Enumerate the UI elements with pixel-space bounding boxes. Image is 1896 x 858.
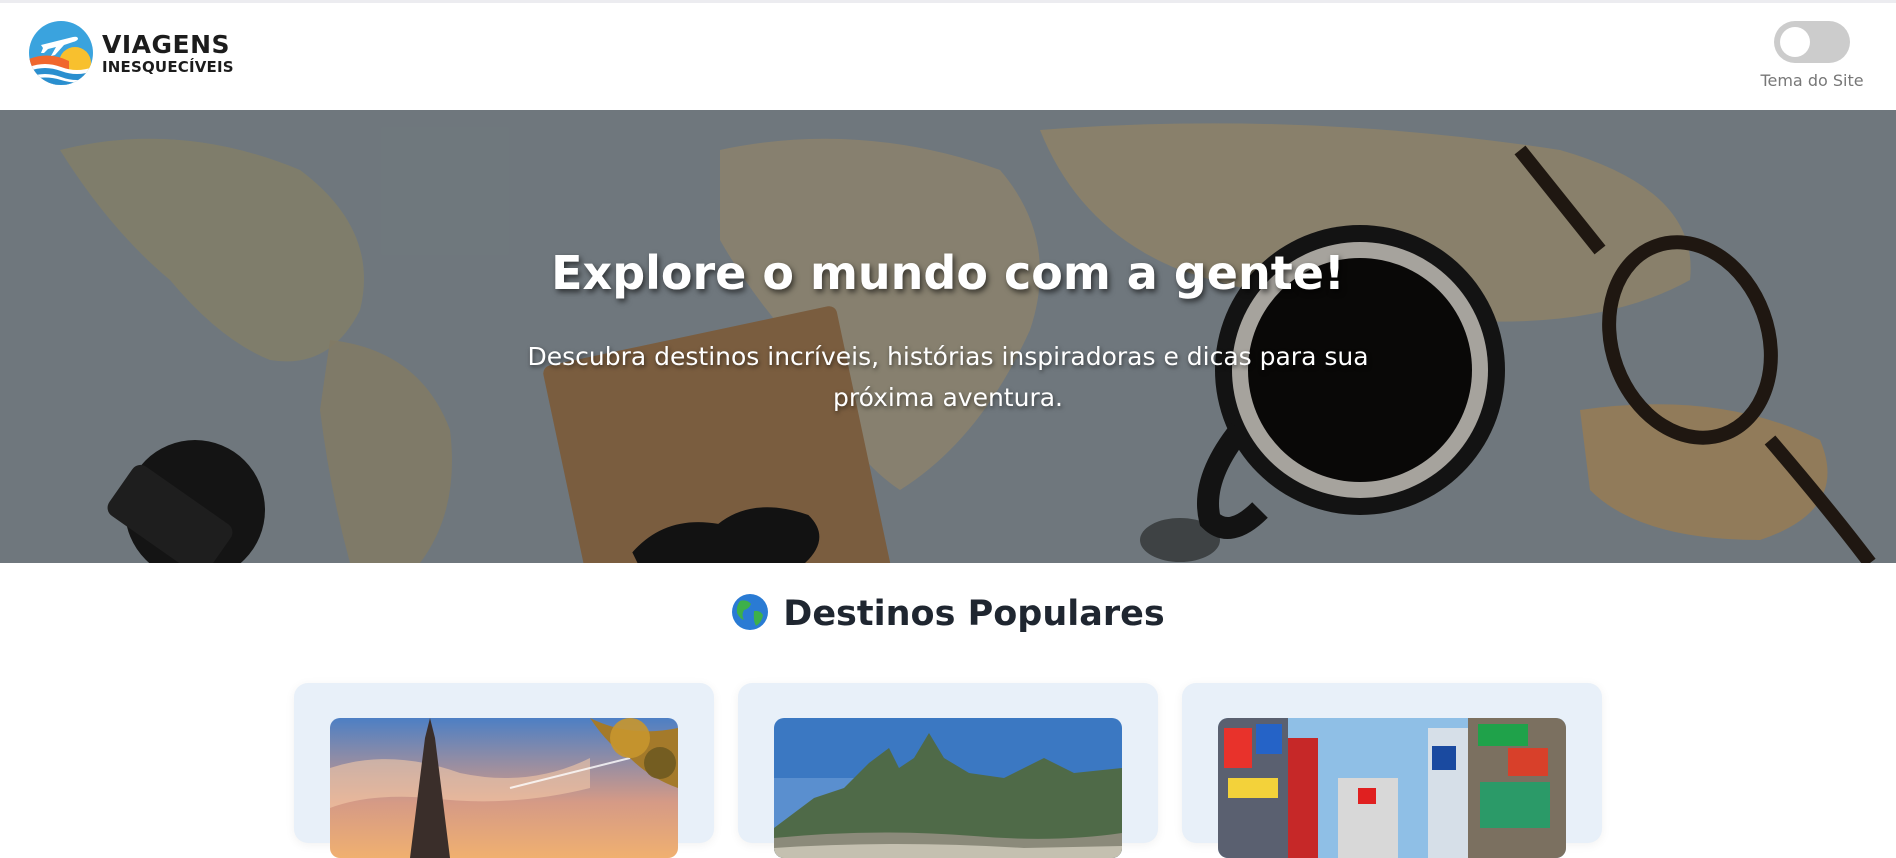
section-title: Destinos Populares xyxy=(0,593,1896,634)
brand-name: VIAGENS xyxy=(102,29,231,59)
theme-label: Tema do Site xyxy=(1760,71,1864,90)
brand-tagline: INESQUECÍVEIS xyxy=(102,57,234,76)
globe-icon xyxy=(732,594,769,630)
destination-card[interactable] xyxy=(294,683,714,858)
destination-card[interactable] xyxy=(738,683,1158,858)
paris-eiffel-tower-image xyxy=(330,718,678,858)
popular-destinations-section: Destinos Populares xyxy=(0,563,1896,858)
destination-card[interactable] xyxy=(1182,683,1602,858)
rio-de-janeiro-image xyxy=(774,718,1122,858)
hero-subtitle: Descubra destinos incríveis, histórias i… xyxy=(527,342,1369,412)
hero-title: Explore o mundo com a gente! xyxy=(551,246,1345,300)
brand-logo-link[interactable]: VIAGENS INESQUECÍVEIS xyxy=(29,21,234,85)
theme-toggle[interactable] xyxy=(1774,21,1850,63)
plane-sun-logo xyxy=(29,21,93,85)
toggle-knob xyxy=(1780,27,1810,57)
hero-banner: Explore o mundo com a gente! Descubra de… xyxy=(0,110,1896,563)
site-header: VIAGENS INESQUECÍVEIS Tema do Site xyxy=(0,3,1896,110)
tokyo-city-image xyxy=(1218,718,1566,858)
section-title-text: Destinos Populares xyxy=(783,594,1165,634)
theme-switch: Tema do Site xyxy=(1752,21,1872,90)
